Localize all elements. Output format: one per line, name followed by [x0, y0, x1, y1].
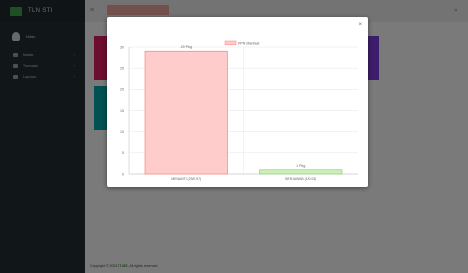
x-tick-label: MENANTI (29/0.97): [171, 177, 201, 181]
chart-modal: × 0 5 10 15 20 25 30 PPN Manfaat 29 Pkg MENANTI (…: [107, 17, 368, 187]
data-label: 29 Pkg: [181, 45, 192, 49]
legend-swatch: [224, 40, 237, 46]
bar-chart: 0 5 10 15 20 25 30 PPN Manfaat 29 Pkg MENANTI (29…: [120, 40, 358, 181]
bar: [259, 169, 343, 175]
legend-label: PPN Manfaat: [238, 41, 259, 45]
y-tick-label: 25: [120, 66, 124, 70]
y-tick-label: 30: [120, 45, 124, 49]
x-tick-label: BERJAWAB (1/0.03): [285, 177, 316, 181]
y-tick-label: 20: [120, 88, 124, 92]
data-label: 1 Pkg: [296, 164, 305, 168]
bar: [144, 50, 228, 175]
y-tick-label: 10: [120, 130, 124, 134]
y-tick-label: 0: [122, 172, 124, 176]
y-tick-label: 5: [122, 151, 124, 155]
y-tick-label: 15: [120, 109, 124, 113]
